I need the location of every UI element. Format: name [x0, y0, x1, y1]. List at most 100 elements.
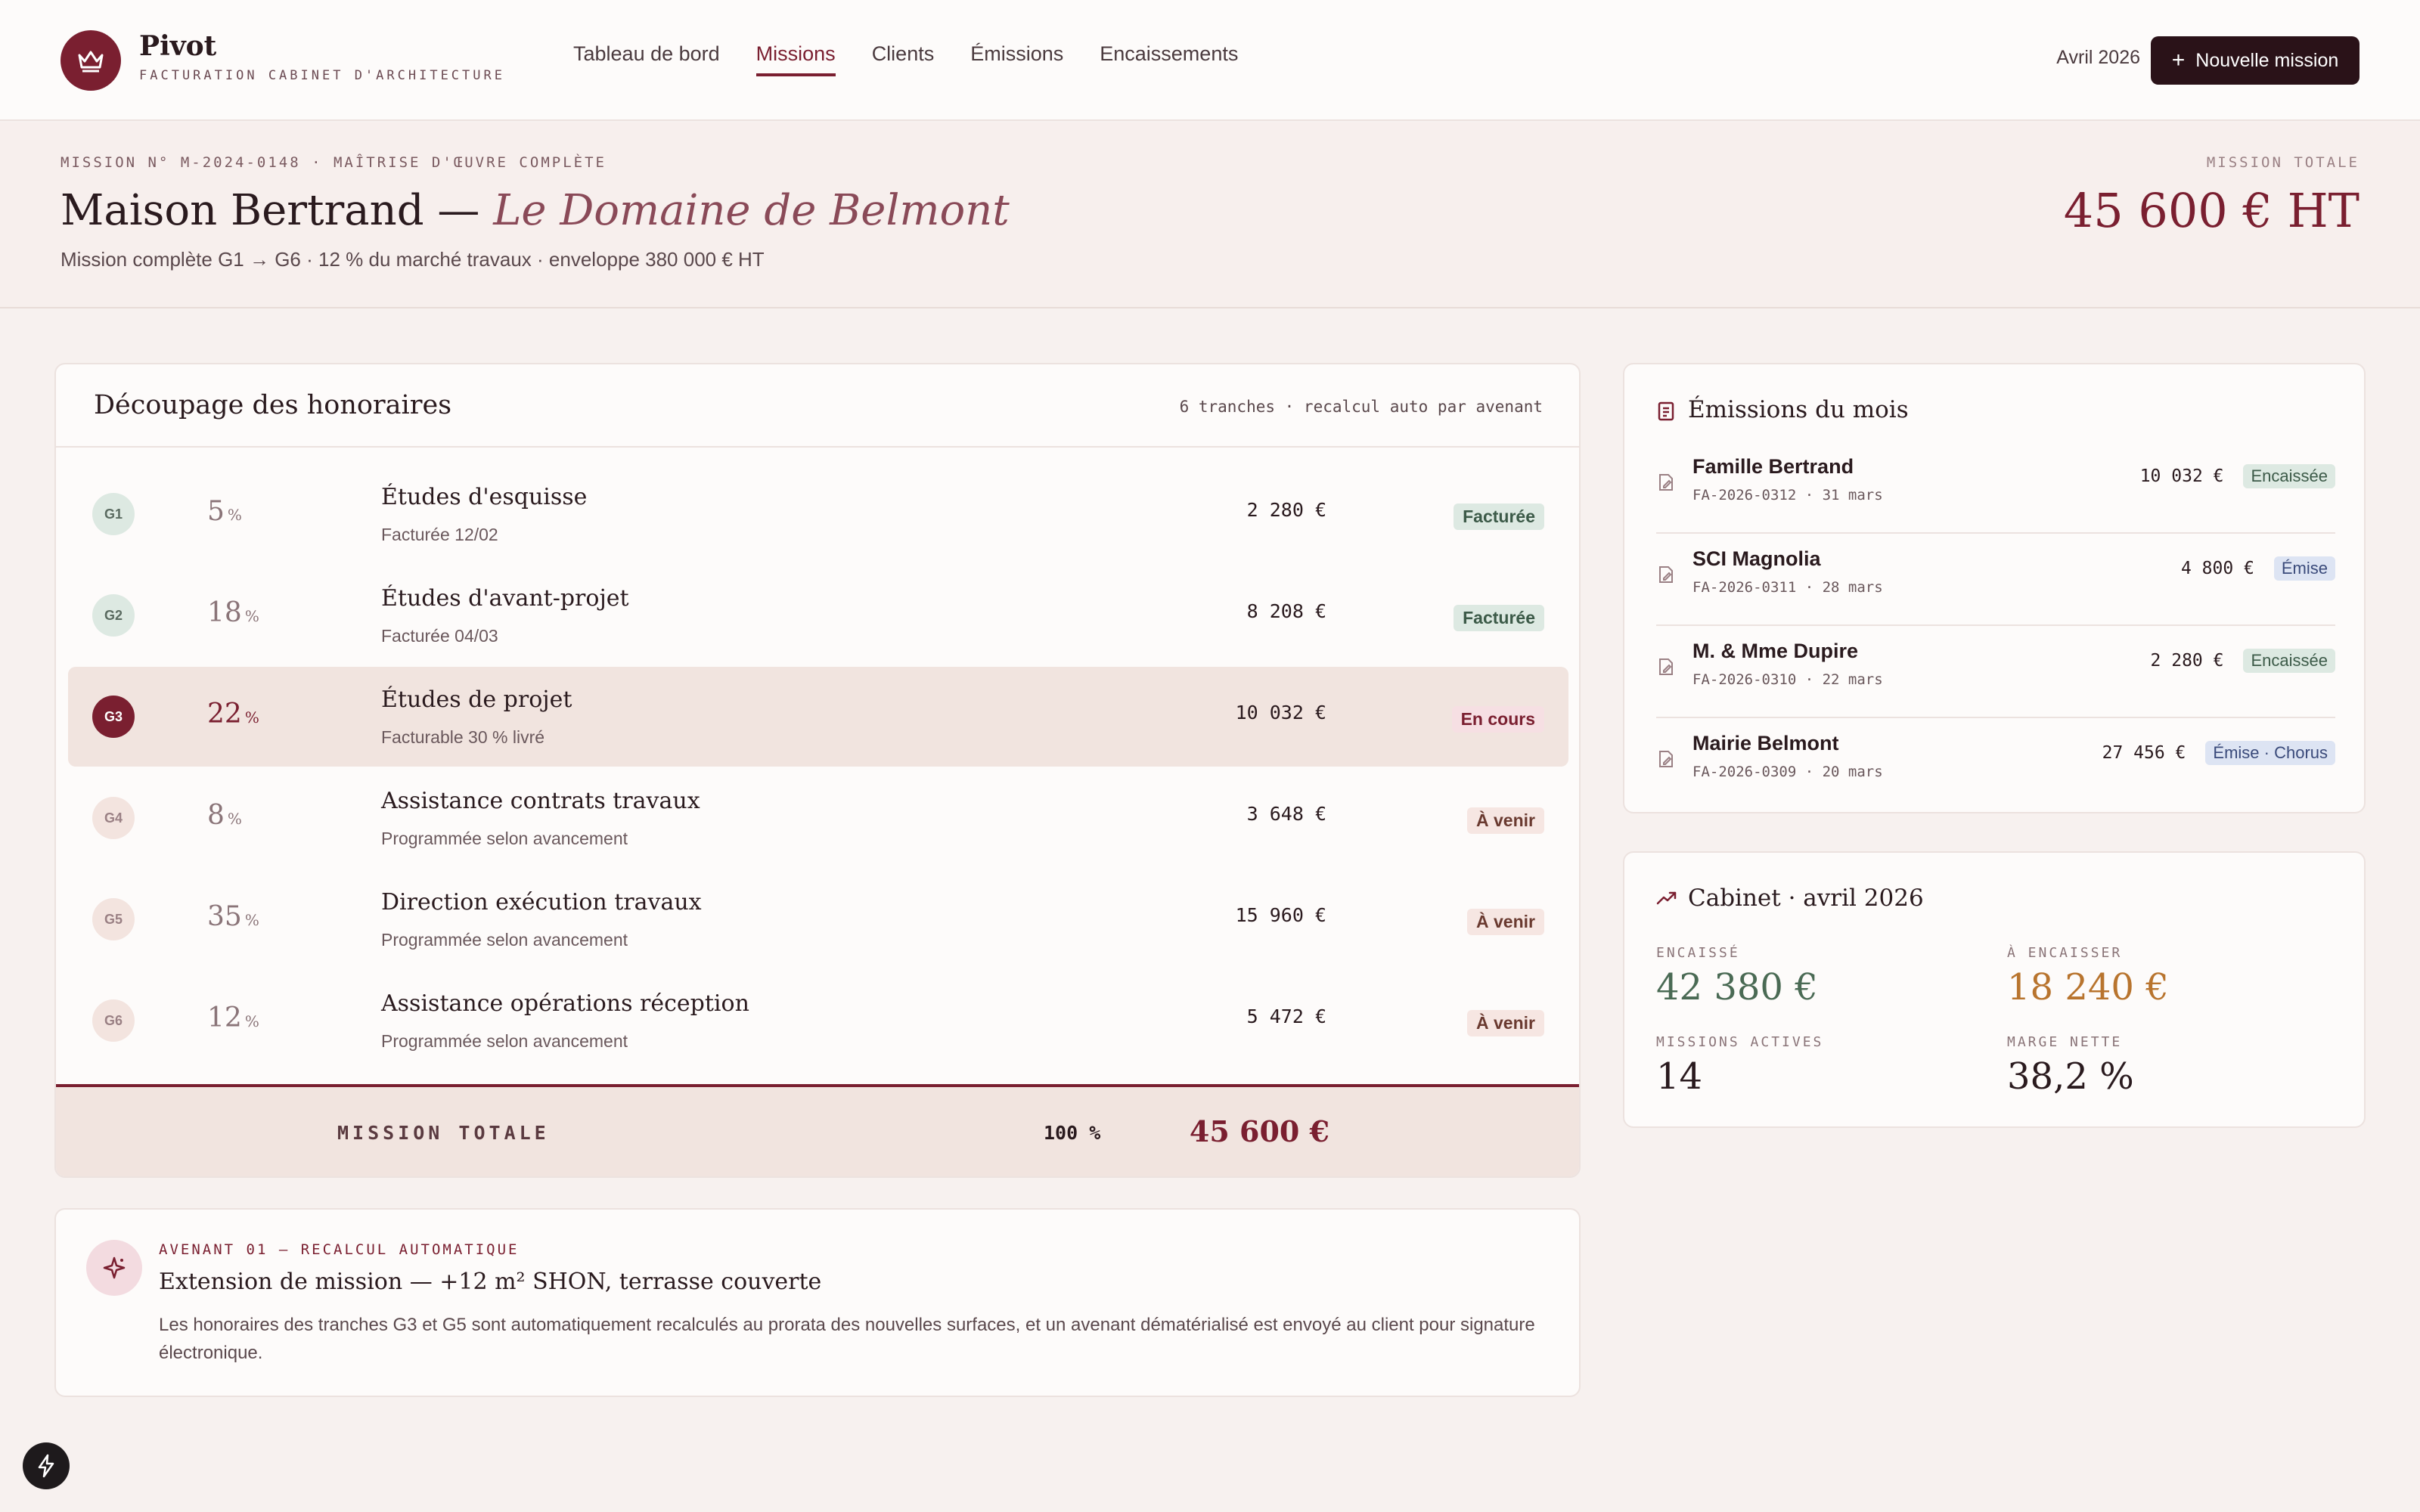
- edit-document-icon: [1659, 658, 1673, 675]
- fee-total-row: MISSION TOTALE 100 % 45 600 €: [56, 1084, 1579, 1176]
- tranche-row-g5[interactable]: G5 35% Direction exécution travaux Progr…: [68, 869, 1568, 969]
- tranche-percent: 22%: [207, 699, 259, 730]
- kpi-value-marge-nette: 38,2 %: [2007, 1055, 2134, 1098]
- emission-row[interactable]: M. & Mme Dupire FA-2026-0310 · 22 mars 2…: [1656, 626, 2335, 718]
- invoice-icon: [1658, 401, 1674, 421]
- status-badge: Émise: [2273, 556, 2335, 581]
- emission-client: Famille Bertrand: [1692, 455, 1854, 478]
- emission-client: SCI Magnolia: [1692, 547, 1821, 570]
- status-badge: Émise · Chorus: [2205, 741, 2335, 765]
- avenant-eyebrow: AVENANT 01 — RECALCUL AUTOMATIQUE: [159, 1241, 520, 1258]
- fee-breakdown-card: Découpage des honoraires 6 tranches · re…: [54, 363, 1581, 1178]
- emission-row[interactable]: Famille Bertrand FA-2026-0312 · 31 mars …: [1656, 442, 2335, 534]
- top-bar: Pivot FACTURATION CABINET D'ARCHITECTURE…: [0, 0, 2420, 121]
- tranche-amount: 8 208 €: [1246, 600, 1326, 622]
- tranche-note: Programmée selon avancement: [381, 829, 628, 848]
- lightning-bolt-icon: [38, 1454, 54, 1478]
- fee-total-label: MISSION TOTALE: [337, 1122, 550, 1144]
- tranche-name: Études d'esquisse: [381, 484, 588, 510]
- mission-total: 45 600 € HT: [2063, 183, 2360, 238]
- emission-row[interactable]: Mairie Belmont FA-2026-0309 · 20 mars 27…: [1656, 718, 2335, 810]
- emission-amount: 10 032 €: [2139, 466, 2224, 486]
- fee-total-percent: 100 %: [1044, 1122, 1101, 1144]
- status-badge: Encaissée: [2243, 464, 2335, 488]
- emission-right: 4 800 € Émise: [2181, 556, 2335, 581]
- emission-ref: FA-2026-0310 · 22 mars: [1692, 671, 1883, 688]
- kpi-label-encaisse: ENCAISSÉ: [1656, 945, 1740, 961]
- tranche-row-g2[interactable]: G2 18% Études d'avant-projet Facturée 04…: [68, 565, 1568, 665]
- avenant-text: Les honoraires des tranches G3 et G5 son…: [159, 1315, 1535, 1363]
- tranche-percent: 8%: [207, 800, 242, 831]
- tranche-amount: 15 960 €: [1235, 904, 1326, 926]
- tranche-name: Assistance contrats travaux: [381, 788, 700, 814]
- tranche-name: Études d'avant-projet: [381, 585, 629, 612]
- fee-total-amount: 45 600 €: [1189, 1114, 1329, 1148]
- emission-ref: FA-2026-0312 · 31 mars: [1692, 487, 1883, 503]
- emission-client: M. & Mme Dupire: [1692, 640, 1859, 662]
- tranche-note: Programmée selon avancement: [381, 1031, 628, 1051]
- tranche-code-badge: G1: [92, 493, 135, 535]
- tranche-note: Facturable 30 % livré: [381, 727, 545, 747]
- quick-action-button[interactable]: [23, 1442, 70, 1489]
- tranche-code-badge: G4: [92, 797, 135, 839]
- nav-clients[interactable]: Clients: [872, 42, 935, 76]
- emission-amount: 2 280 €: [2150, 651, 2224, 671]
- plus-icon: +: [2171, 48, 2186, 73]
- emission-amount: 27 456 €: [2102, 743, 2186, 763]
- tranche-percent: 12%: [207, 1002, 259, 1033]
- status-badge: À venir: [1467, 807, 1544, 834]
- cabinet-kpi-card: Cabinet · avril 2026 ENCAISSÉ 42 380 € À…: [1623, 851, 2366, 1128]
- tranche-row-g1[interactable]: G1 5% Études d'esquisse Facturée 12/02 2…: [68, 464, 1568, 564]
- tranche-amount: 3 648 €: [1246, 803, 1326, 825]
- emission-right: 2 280 € Encaissée: [2151, 649, 2335, 673]
- nav-tableau-de-bord[interactable]: Tableau de bord: [573, 42, 720, 76]
- kpi-label-missions-actives: MISSIONS ACTIVES: [1656, 1034, 1824, 1050]
- mission-project: Le Domaine de Belmont: [493, 186, 1010, 235]
- tranche-row-g3[interactable]: G3 22% Études de projet Facturable 30 % …: [68, 667, 1568, 767]
- tranche-code-badge: G5: [92, 898, 135, 940]
- tranche-code-badge: G6: [92, 999, 135, 1042]
- fee-breakdown-header: Découpage des honoraires 6 tranches · re…: [56, 364, 1579, 448]
- kpi-value-encaisse: 42 380 €: [1656, 966, 1818, 1009]
- kpi-label-a-encaisser: À ENCAISSER: [2007, 945, 2123, 961]
- mission-header: MISSION N° M-2024-0148 · MAÎTRISE D'ŒUVR…: [0, 122, 2420, 308]
- trend-up-icon: [1656, 891, 1677, 905]
- fee-breakdown-meta: 6 tranches · recalcul auto par avenant: [1179, 398, 1543, 416]
- mission-eyebrow: MISSION N° M-2024-0148 · MAÎTRISE D'ŒUVR…: [60, 154, 607, 171]
- status-badge: Facturée: [1454, 503, 1544, 530]
- avenant-card: AVENANT 01 — RECALCUL AUTOMATIQUE Extens…: [54, 1208, 1581, 1397]
- tranche-row-g4[interactable]: G4 8% Assistance contrats travaux Progra…: [68, 768, 1568, 868]
- tranche-name: Assistance opérations réception: [381, 990, 749, 1017]
- new-mission-button[interactable]: + Nouvelle mission: [2151, 36, 2360, 85]
- edit-document-icon: [1659, 751, 1673, 767]
- tranche-name: Études de projet: [381, 686, 572, 713]
- emission-ref: FA-2026-0311 · 28 mars: [1692, 579, 1883, 596]
- status-badge: En cours: [1451, 706, 1544, 733]
- tranche-percent: 5%: [207, 496, 242, 527]
- tranche-row-g6[interactable]: G6 12% Assistance opérations réception P…: [68, 971, 1568, 1070]
- nav-encaissements[interactable]: Encaissements: [1100, 42, 1238, 76]
- tranche-name: Direction exécution travaux: [381, 889, 702, 916]
- edit-document-icon: [1659, 474, 1673, 491]
- brand-tagline: FACTURATION CABINET D'ARCHITECTURE: [139, 68, 505, 83]
- status-badge: À venir: [1467, 909, 1544, 935]
- emission-right: 27 456 € Émise · Chorus: [2102, 741, 2335, 765]
- emission-ref: FA-2026-0309 · 20 mars: [1692, 764, 1883, 780]
- status-badge: Encaissée: [2243, 649, 2335, 673]
- emission-amount: 4 800 €: [2180, 559, 2254, 578]
- cabinet-title: Cabinet · avril 2026: [1688, 885, 1924, 912]
- nav-emissions[interactable]: Émissions: [970, 42, 1063, 76]
- tranche-note: Facturée 04/03: [381, 626, 498, 646]
- period-selector[interactable]: Avril 2026: [2056, 47, 2140, 69]
- logo[interactable]: [60, 30, 121, 91]
- nav-missions[interactable]: Missions: [755, 42, 836, 76]
- mission-client: Maison Bertrand —: [60, 186, 480, 235]
- emission-row[interactable]: SCI Magnolia FA-2026-0311 · 28 mars 4 80…: [1656, 534, 2335, 626]
- emissions-title: Émissions du mois: [1688, 396, 1909, 423]
- tranche-code-badge: G3: [92, 696, 135, 738]
- tranche-percent: 35%: [207, 901, 259, 932]
- tranche-amount: 2 280 €: [1246, 499, 1326, 521]
- edit-document-icon: [1659, 566, 1673, 583]
- crown-icon: [78, 51, 104, 73]
- status-badge: À venir: [1467, 1010, 1544, 1036]
